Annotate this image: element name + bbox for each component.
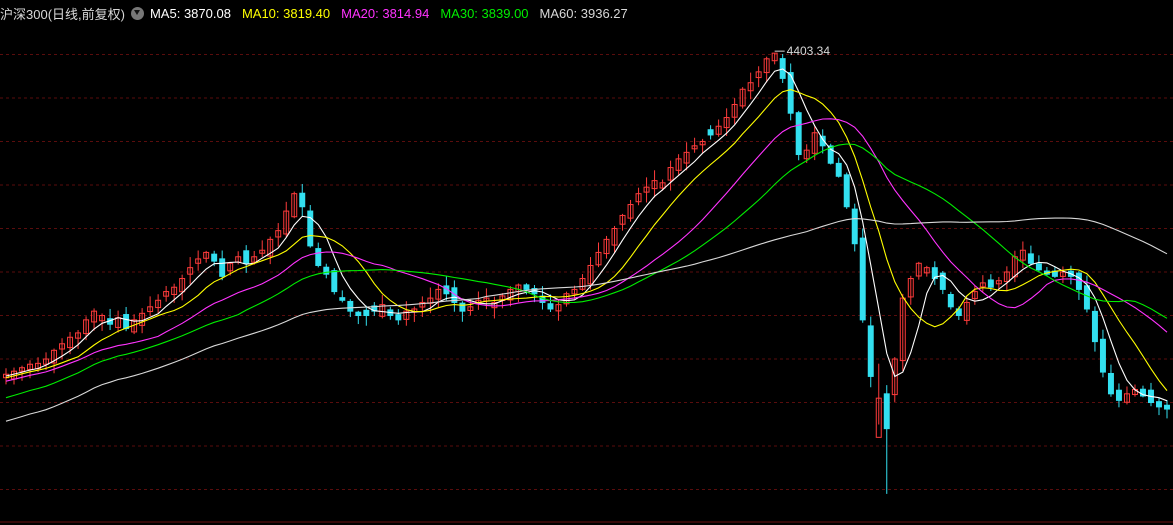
chart-legend: 沪深300(日线,前复权) MA5: 3870.08 MA10: 3819.40… (0, 3, 639, 23)
candle-body-118 (947, 293, 954, 308)
candlestick-chart: 沪深300(日线,前复权) MA5: 3870.08 MA10: 3819.40… (0, 0, 1173, 525)
candle-body-110 (883, 393, 890, 430)
candle-body-144 (1156, 401, 1162, 408)
candle-body-104 (835, 162, 842, 177)
ma-line-20 (5, 118, 1168, 382)
candle-body-38 (307, 210, 314, 247)
legend-ma60-value: 3936.27 (580, 5, 628, 21)
legend-ma20-value: 3814.94 (382, 5, 430, 21)
candle-body-136 (1091, 310, 1098, 343)
candle-body-138 (1107, 372, 1114, 395)
candle-body-37 (299, 192, 306, 208)
candle-body-99 (795, 112, 802, 156)
candle-body-129 (1035, 263, 1042, 271)
candle-body-128 (1027, 253, 1034, 264)
legend-ma10-name: MA10: (241, 5, 280, 21)
candle-body-137 (1099, 338, 1106, 373)
candle-body-88 (707, 129, 714, 136)
legend-ma10-value: 3819.40 (283, 5, 331, 21)
candle-body-43 (347, 300, 354, 312)
candle-body-65 (523, 284, 530, 290)
candle-body-49 (395, 314, 402, 321)
legend-ma5-value: 3870.08 (183, 5, 231, 21)
candle-body-123 (987, 279, 994, 288)
candle-body-135 (1083, 285, 1090, 310)
candle-body-139 (1115, 389, 1122, 401)
legend-ma30-value: 3839.00 (481, 5, 529, 21)
candle-body-42 (339, 297, 346, 301)
legend-ma30: MA30: 3839.00 (440, 6, 528, 21)
legend-ma5: MA5: 3870.08 (150, 6, 231, 21)
candle-body-44 (355, 311, 362, 317)
legend-ma30-name: MA30: (440, 5, 478, 21)
candle-body-45 (363, 309, 370, 317)
legend-ma20: MA20: 3814.94 (341, 6, 429, 21)
candle-body-27 (219, 258, 226, 277)
candle-body-41 (331, 270, 338, 293)
candle-body-39 (315, 248, 322, 266)
dropdown-icon[interactable] (130, 6, 144, 20)
candle-body-107 (859, 237, 866, 321)
legend-ma10: MA10: 3819.40 (242, 6, 330, 21)
candle-body-134 (1075, 272, 1082, 290)
legend-ma60: MA60: 3936.27 (540, 6, 628, 21)
plot-area (0, 50, 1173, 523)
candle-body-15 (123, 314, 130, 330)
chart-title: 沪深300(日线,前复权) (0, 6, 125, 22)
candle-body-30 (243, 250, 250, 264)
candle-body-145 (1164, 404, 1170, 410)
candle-body-105 (843, 174, 850, 208)
candle-body-108 (867, 325, 874, 377)
candle-body-106 (851, 208, 858, 245)
legend-ma20-name: MA20: (341, 5, 379, 21)
ma-line-60 (5, 217, 1168, 422)
legend-ma5-name: MA5: (149, 5, 181, 21)
candle-body-26 (211, 253, 218, 262)
ma-line-10 (5, 89, 1168, 391)
ma-line-5 (5, 68, 1168, 402)
candle-body-57 (459, 302, 466, 312)
candle-body-68 (547, 303, 554, 310)
peak-price-label: 4403.34 (786, 44, 831, 59)
legend-ma60-name: MA60: (539, 5, 578, 21)
